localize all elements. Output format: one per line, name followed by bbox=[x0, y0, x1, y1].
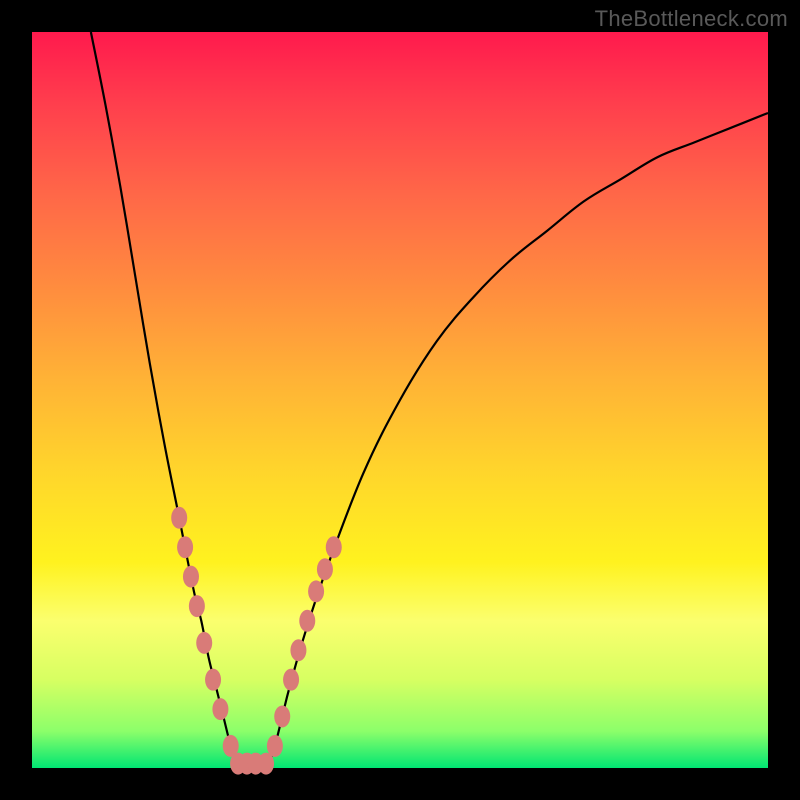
curve-layer bbox=[32, 32, 768, 768]
marker-point bbox=[212, 698, 228, 720]
marker-point bbox=[177, 536, 193, 558]
plot-area bbox=[32, 32, 768, 768]
marker-point bbox=[189, 595, 205, 617]
chart-frame: TheBottleneck.com bbox=[0, 0, 800, 800]
marker-point bbox=[308, 580, 324, 602]
marker-point bbox=[326, 536, 342, 558]
marker-point bbox=[196, 632, 212, 654]
marker-point bbox=[171, 507, 187, 529]
left-branch-curve bbox=[91, 32, 238, 768]
marker-point bbox=[205, 669, 221, 691]
right-branch-curve bbox=[268, 113, 768, 768]
marker-point bbox=[267, 735, 283, 757]
marker-point bbox=[183, 566, 199, 588]
marker-point bbox=[299, 610, 315, 632]
marker-point bbox=[283, 669, 299, 691]
marker-point bbox=[317, 558, 333, 580]
watermark-text: TheBottleneck.com bbox=[595, 6, 788, 32]
marker-point bbox=[274, 705, 290, 727]
marker-point bbox=[290, 639, 306, 661]
marker-group bbox=[171, 507, 342, 775]
